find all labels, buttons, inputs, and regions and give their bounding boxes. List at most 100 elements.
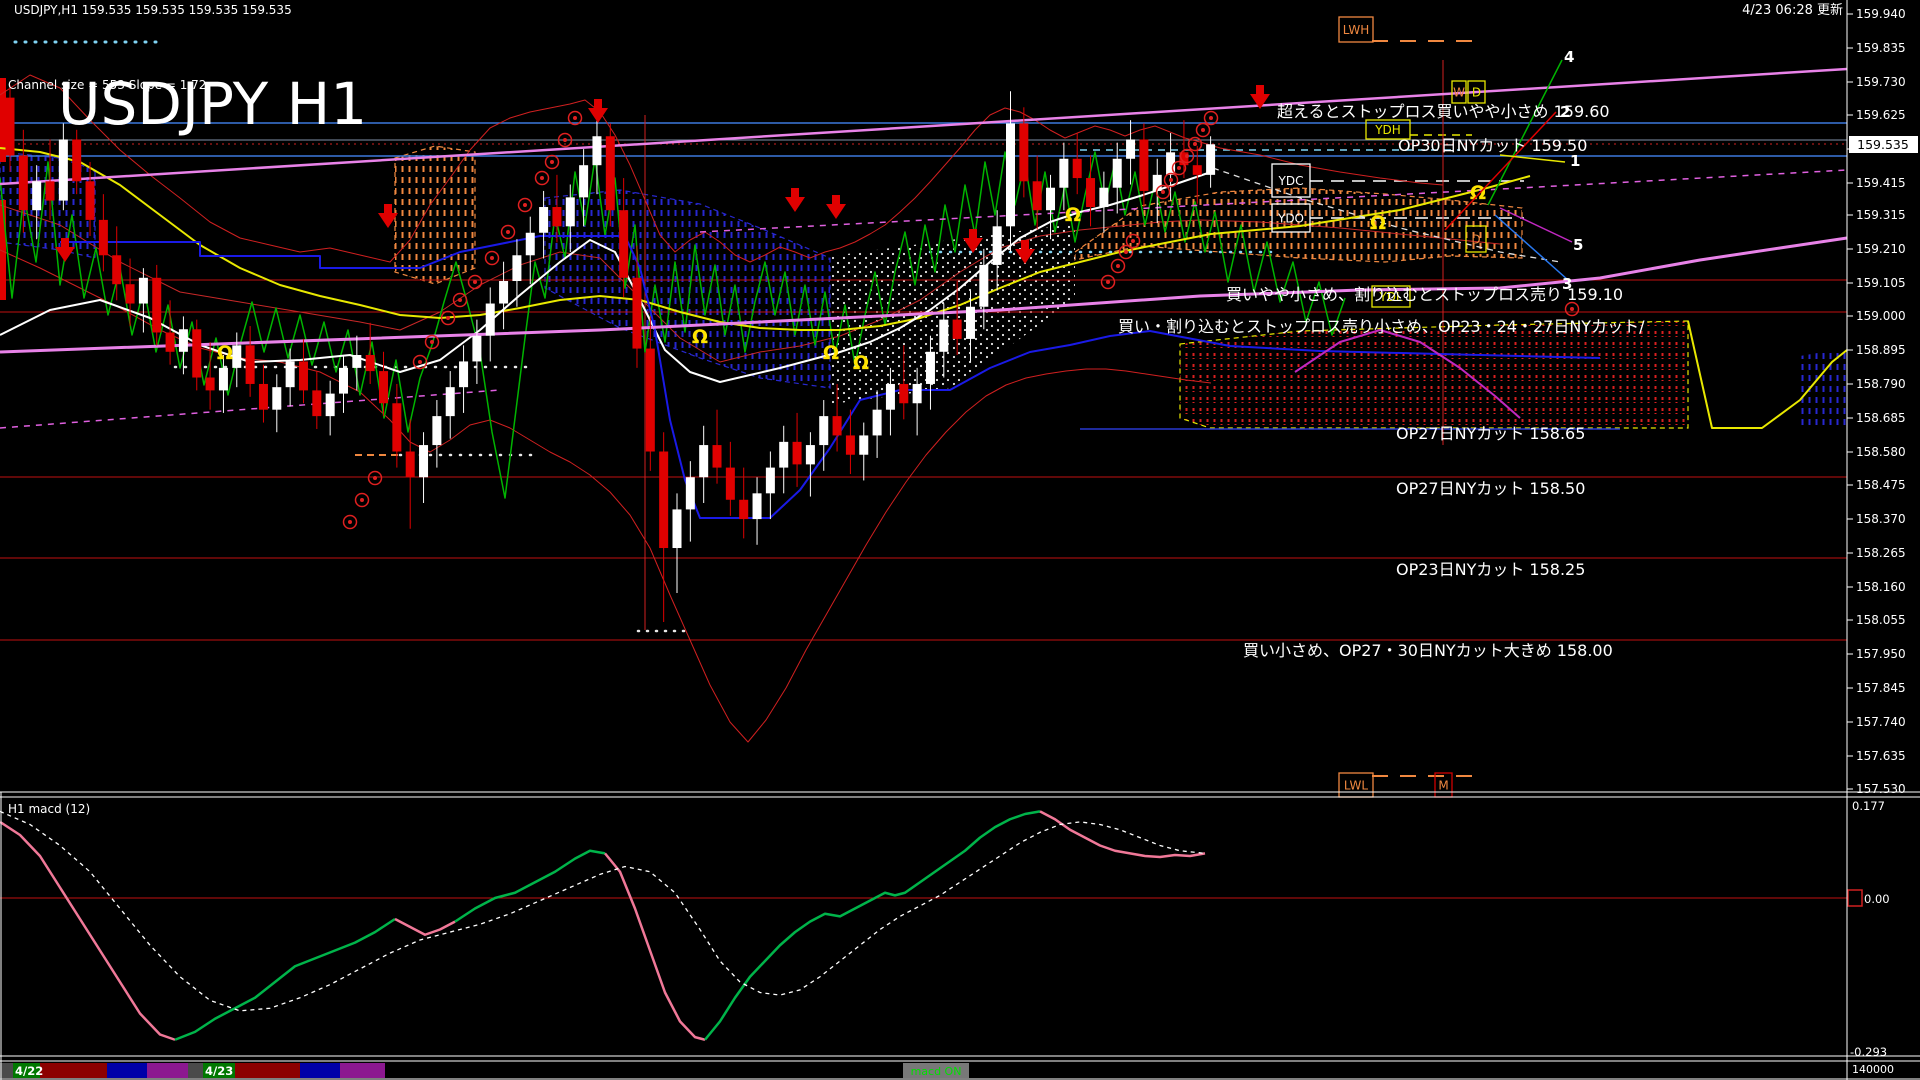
level-box-label: YDO <box>1277 212 1304 226</box>
candle-body <box>192 329 202 378</box>
wave-number-label: 4 <box>1564 48 1574 66</box>
circle-signal-dot <box>1161 190 1165 194</box>
candle-body <box>58 139 68 201</box>
level-box-label: W <box>1453 86 1465 100</box>
candle-body <box>499 281 509 304</box>
circle-signal-dot <box>1185 154 1189 158</box>
panel-borders <box>0 0 1920 1080</box>
price-axis-label: 158.895 <box>1856 343 1906 357</box>
sell-arrow-icon <box>826 195 846 219</box>
candle-body <box>912 383 922 404</box>
annotation-text: OP30日NYカット 159.50 <box>1398 136 1587 155</box>
macd-signal-line <box>0 810 1206 1012</box>
cloud-region <box>1800 348 1847 430</box>
candle-body <box>325 393 335 417</box>
candle-body <box>539 207 549 233</box>
circle-signal-dot <box>1209 116 1213 120</box>
candle-body <box>285 361 295 388</box>
macd-on-label: macd ON <box>911 1065 962 1078</box>
update-timestamp: 4/23 06:28 更新 <box>1742 2 1843 18</box>
price-axis-label: 157.740 <box>1856 715 1906 729</box>
candle-body <box>659 451 669 549</box>
candle-body <box>952 319 962 339</box>
candle-body <box>379 371 389 404</box>
session-segment <box>107 1063 147 1078</box>
candle-body <box>112 255 122 285</box>
circle-signal-dot <box>550 160 554 164</box>
candle-body <box>645 348 655 452</box>
sell-arrow-icon <box>785 188 805 212</box>
candle-body <box>178 329 188 352</box>
circle-signal-dot <box>540 176 544 180</box>
annotation-text: 超えるとストップロス買いやや小さめ 159.60 <box>1277 102 1610 121</box>
level-box-label: D <box>1472 86 1481 100</box>
candle-body <box>1086 178 1096 208</box>
candle-body <box>459 361 469 388</box>
candle-body <box>712 445 722 468</box>
candle-body <box>832 416 842 436</box>
candle-body <box>779 441 789 468</box>
candle-body <box>432 416 442 446</box>
price-axis: 159.940159.835159.730159.625159.520159.4… <box>1847 7 1906 796</box>
candle-body <box>365 355 375 372</box>
candle-body <box>979 264 989 307</box>
macd-axis-bottom: -0.293 <box>1850 1045 1887 1059</box>
price-axis-label: 159.730 <box>1856 75 1906 89</box>
price-axis-label: 159.625 <box>1856 108 1906 122</box>
circle-signal-dot <box>360 498 364 502</box>
candle-body <box>1099 187 1109 208</box>
candle-body <box>579 165 589 198</box>
candle-body <box>392 403 402 452</box>
candle-body <box>965 306 975 339</box>
price-axis-label: 157.635 <box>1856 749 1906 763</box>
trading-chart-canvas[interactable]: ΩΩΩ ΩΩ ΩΩ 42153 LWHW DYDHYDCYDODYDLLWL M 超える… <box>0 0 1920 1080</box>
candle-body <box>1046 187 1056 211</box>
price-axis-label: 157.845 <box>1856 681 1906 695</box>
session-timeline: 4/22 4/23 macd ON <box>0 1063 1847 1078</box>
date-label: 4/22 <box>15 1064 43 1078</box>
level-box-label: LWH <box>1343 23 1369 37</box>
annotation-text: 買いやや小さめ、割り込むとストップロス売り 159.10 <box>1226 285 1623 304</box>
macd-main-line <box>704 810 1041 1041</box>
candle-body <box>72 139 82 182</box>
candle-body <box>1059 158 1069 188</box>
candle-body <box>592 136 602 166</box>
circle-signal-dot <box>573 116 577 120</box>
candle-body <box>1072 158 1082 179</box>
candle-body <box>165 332 175 352</box>
circle-signal-dot <box>430 340 434 344</box>
candle-body <box>819 416 829 446</box>
candle-body <box>619 210 629 278</box>
omega-signal-icon: Ω <box>853 352 869 374</box>
price-axis-label: 158.265 <box>1856 546 1906 560</box>
macd-axis-top: 0.177 <box>1852 799 1885 813</box>
session-segment <box>188 1063 203 1078</box>
candle-body <box>405 451 415 478</box>
price-axis-label: 158.685 <box>1856 411 1906 425</box>
candle-body <box>98 219 108 256</box>
level-box-label: LWL <box>1344 779 1368 793</box>
macd-main-line <box>454 849 606 923</box>
annotation-text: 買い・割り込むとストップロス売り小さめ、OP23・24・27日NYカット/ <box>1118 317 1645 336</box>
candle-body <box>1019 123 1029 182</box>
candle-body <box>752 493 762 520</box>
candle-body <box>218 367 228 391</box>
price-axis-label: 158.580 <box>1856 445 1906 459</box>
candle-body <box>765 467 775 494</box>
circle-signal-dot <box>458 298 462 302</box>
session-segment <box>0 1063 13 1078</box>
circle-signal-dot <box>1106 280 1110 284</box>
macd-main-line <box>0 820 176 1041</box>
level-box-label: M <box>1438 779 1448 793</box>
omega-signal-icon: Ω <box>1065 204 1081 226</box>
candle-body <box>45 181 55 201</box>
annotation-text: 買い小さめ、OP27・30日NYカット大きめ 158.00 <box>1243 641 1613 660</box>
price-axis-label: 158.475 <box>1856 478 1906 492</box>
candle-body <box>1192 165 1202 175</box>
candle-body <box>699 445 709 478</box>
candle-body <box>1139 139 1149 191</box>
price-axis-label: 158.370 <box>1856 512 1906 526</box>
circle-signal-dot <box>418 360 422 364</box>
macd-main-line <box>394 917 456 936</box>
candle-body <box>512 255 522 282</box>
